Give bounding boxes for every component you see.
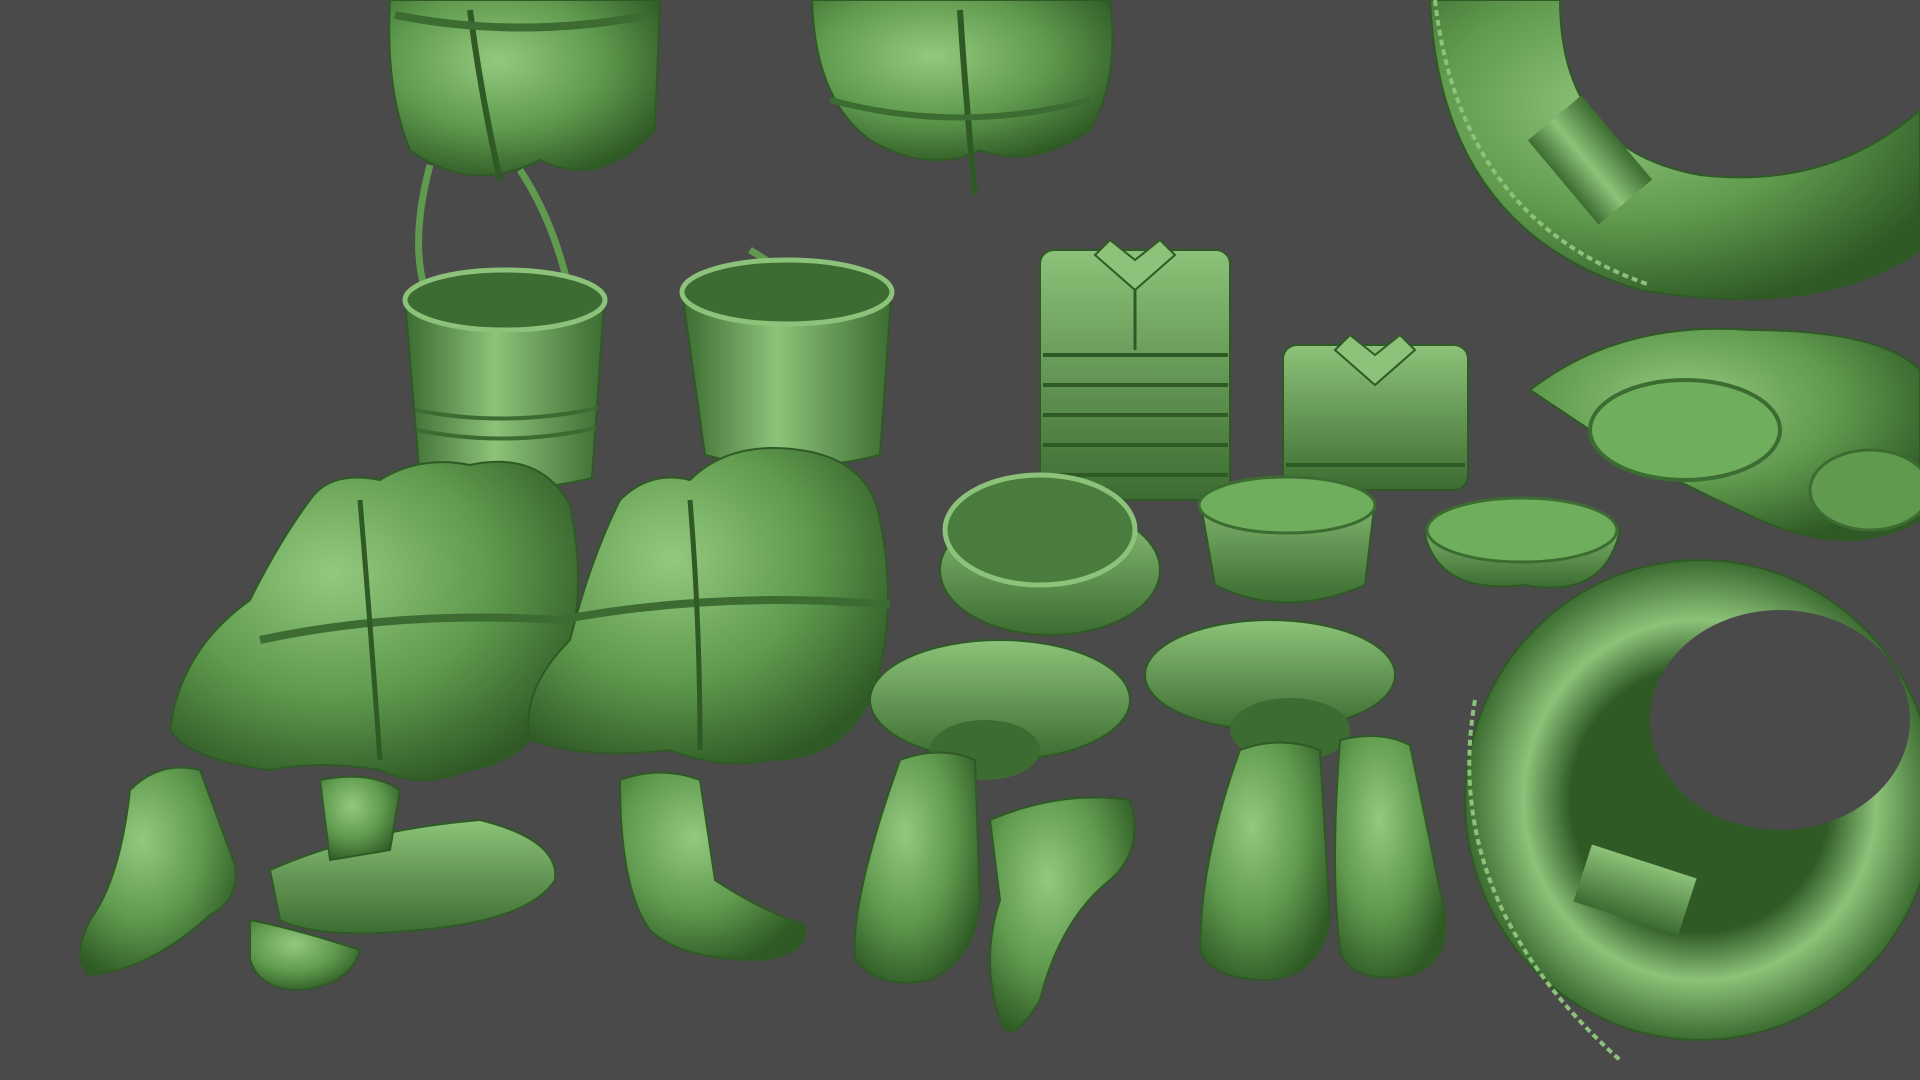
sailor-cap-right (1423, 496, 1622, 589)
sailor-cap-center (1197, 475, 1377, 604)
bucket-center (679, 246, 895, 468)
scene-canvas (0, 0, 1920, 1080)
shirt-single (1282, 333, 1469, 491)
render-viewport (0, 0, 1920, 1080)
life-jacket-top-left (388, 0, 662, 181)
shirt-stack (1039, 238, 1231, 501)
